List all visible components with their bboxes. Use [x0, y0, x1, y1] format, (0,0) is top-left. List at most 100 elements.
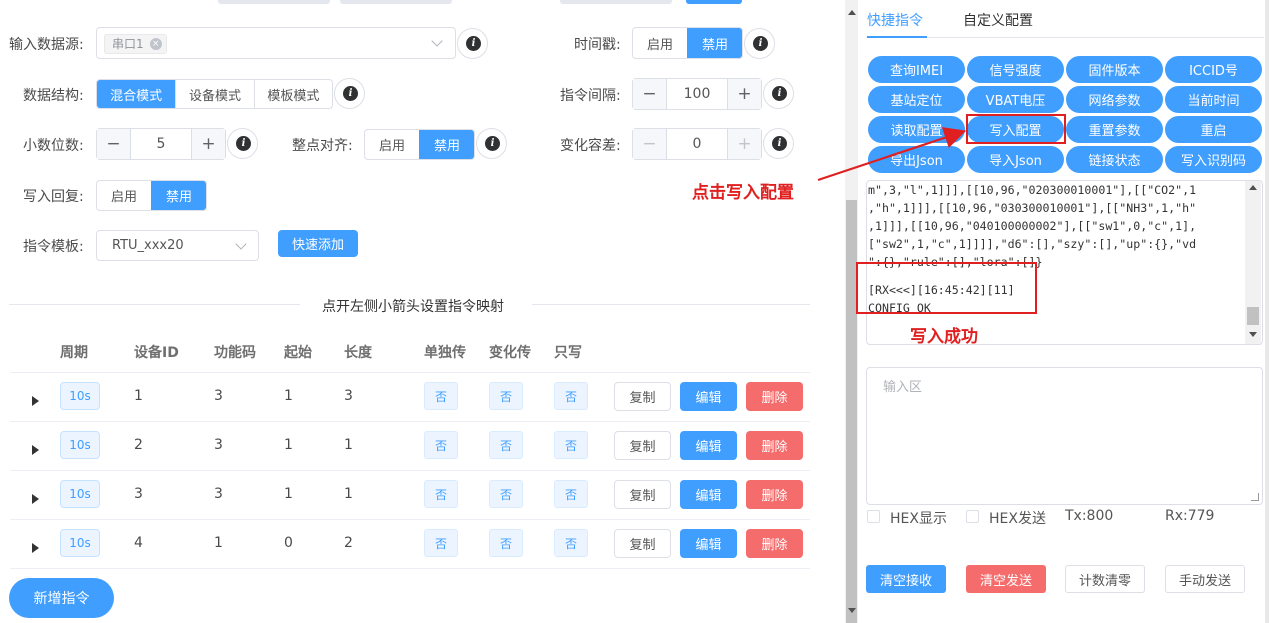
edit-button[interactable]: 编辑 [680, 529, 737, 558]
tab-indicator [867, 36, 927, 38]
quick-add-button[interactable]: 快速添加 [278, 230, 358, 257]
timestamp-enable[interactable]: 启用 [633, 28, 687, 58]
align-toggle: 启用 禁用 [364, 129, 475, 160]
hex-display-checkbox[interactable] [867, 510, 880, 523]
structure-device[interactable]: 设备模式 [175, 80, 253, 108]
edit-button[interactable]: 编辑 [680, 382, 737, 411]
reset-params-button[interactable]: 重置参数 [1066, 116, 1163, 143]
expand-arrow-icon[interactable] [32, 396, 39, 406]
edit-button[interactable]: 编辑 [680, 480, 737, 509]
rx-count: Rx:779 [1165, 508, 1215, 524]
expand-arrow-icon[interactable] [32, 494, 39, 504]
tab-custom-config[interactable]: 自定义配置 [963, 10, 1033, 30]
interval-plus-button[interactable]: + [727, 79, 761, 109]
cycle-tag: 10s [60, 480, 100, 508]
source-tag-text: 串口1 [112, 37, 144, 51]
delete-button[interactable]: 删除 [746, 431, 803, 460]
copy-button[interactable]: 复制 [614, 431, 671, 460]
expand-arrow-icon[interactable] [32, 543, 39, 553]
decimal-plus-button[interactable]: + [191, 129, 225, 159]
link-status-button[interactable]: 链接状态 [1066, 146, 1163, 173]
clear-send-button[interactable]: 清空发送 [966, 565, 1046, 593]
decimal-value[interactable]: 5 [131, 129, 191, 159]
scroll-down-icon[interactable] [848, 608, 856, 613]
col-start: 起始 [284, 345, 312, 361]
query-imei-button[interactable]: 查询IMEI [868, 56, 965, 83]
writeback-toggle: 启用 禁用 [96, 180, 207, 211]
console-scrollbar-thumb[interactable] [1247, 307, 1259, 325]
writeback-label: 写入回复: [23, 189, 84, 205]
single-tag: 否 [424, 480, 458, 508]
structure-info-icon[interactable]: i [334, 78, 365, 109]
interval-label: 指令间隔: [560, 88, 621, 104]
annotation-write-success: 写入成功 [910, 327, 978, 347]
network-params-button[interactable]: 网络参数 [1066, 86, 1163, 113]
source-select[interactable]: 串口1 × [96, 27, 456, 59]
tolerance-info-icon[interactable]: i [763, 128, 794, 159]
iccid-button[interactable]: ICCID号 [1165, 56, 1262, 83]
row-divider [10, 421, 810, 422]
copy-button[interactable]: 复制 [614, 382, 671, 411]
writeback-disable[interactable]: 禁用 [151, 181, 206, 210]
decimal-info-icon[interactable]: i [227, 128, 258, 159]
top-fragment [686, 0, 742, 4]
tag-close-icon[interactable]: × [149, 38, 162, 50]
align-disable[interactable]: 禁用 [419, 130, 474, 159]
expand-arrow-icon[interactable] [32, 445, 39, 455]
tab-quick-commands[interactable]: 快捷指令 [867, 10, 923, 30]
writeback-enable[interactable]: 启用 [97, 181, 151, 210]
cycle-tag: 10s [60, 382, 100, 410]
input-area[interactable]: 输入区 [866, 367, 1263, 505]
col-writeonly: 只写 [554, 345, 582, 361]
copy-button[interactable]: 复制 [614, 529, 671, 558]
reset-count-button[interactable]: 计数清零 [1065, 565, 1145, 593]
scroll-up-icon[interactable] [848, 10, 856, 15]
timestamp-info-icon[interactable]: i [744, 28, 775, 59]
resize-grip-icon[interactable] [1251, 493, 1259, 501]
cell-location-button[interactable]: 基站定位 [868, 86, 965, 113]
interval-info-icon[interactable]: i [763, 78, 794, 109]
copy-button[interactable]: 复制 [614, 480, 671, 509]
interval-value[interactable]: 100 [667, 79, 727, 109]
edit-button[interactable]: 编辑 [680, 431, 737, 460]
func-code: 3 [214, 486, 223, 502]
firmware-version-button[interactable]: 固件版本 [1066, 56, 1163, 83]
tolerance-minus-button[interactable]: − [633, 129, 667, 159]
reboot-button[interactable]: 重启 [1165, 116, 1262, 143]
align-info-icon[interactable]: i [476, 128, 507, 159]
vbat-button[interactable]: VBAT电压 [967, 86, 1064, 113]
highlight-box [966, 114, 1066, 144]
current-time-button[interactable]: 当前时间 [1165, 86, 1262, 113]
structure-mixed[interactable]: 混合模式 [97, 80, 176, 108]
add-command-button[interactable]: 新增指令 [9, 578, 114, 618]
import-json-button[interactable]: 导入Json [967, 146, 1064, 173]
delete-button[interactable]: 删除 [746, 382, 803, 411]
console-scroll-down-icon[interactable] [1249, 332, 1257, 337]
interval-minus-button[interactable]: − [633, 79, 667, 109]
signal-strength-button[interactable]: 信号强度 [967, 56, 1064, 83]
decimal-minus-button[interactable]: − [97, 129, 131, 159]
tolerance-stepper[interactable]: − 0 + [632, 128, 762, 160]
delete-button[interactable]: 删除 [746, 480, 803, 509]
delete-button[interactable]: 删除 [746, 529, 803, 558]
write-id-button[interactable]: 写入识别码 [1165, 146, 1262, 173]
change-tag: 否 [489, 382, 523, 410]
change-tag: 否 [489, 480, 523, 508]
console-line: ,"h",1]]],[[10,96,"030300010001"],[["NH3… [868, 201, 1197, 215]
console-scroll-up-icon[interactable] [1249, 185, 1257, 190]
source-info-icon[interactable]: i [457, 28, 488, 59]
right-edge-scrollbar[interactable] [1265, 0, 1269, 623]
interval-stepper[interactable]: − 100 + [632, 78, 762, 110]
hex-send-checkbox[interactable] [966, 510, 979, 523]
manual-send-button[interactable]: 手动发送 [1165, 565, 1245, 593]
tolerance-value[interactable]: 0 [667, 129, 727, 159]
tolerance-plus-button[interactable]: + [727, 129, 761, 159]
clear-receive-button[interactable]: 清空接收 [866, 565, 946, 593]
decimal-stepper[interactable]: − 5 + [96, 128, 226, 160]
structure-template[interactable]: 模板模式 [253, 80, 332, 108]
align-enable[interactable]: 启用 [365, 130, 419, 159]
chevron-down-icon [235, 238, 247, 250]
template-select[interactable]: RTU_xxx20 [96, 230, 259, 261]
timestamp-disable[interactable]: 禁用 [687, 28, 742, 58]
col-change: 变化传 [489, 345, 531, 361]
